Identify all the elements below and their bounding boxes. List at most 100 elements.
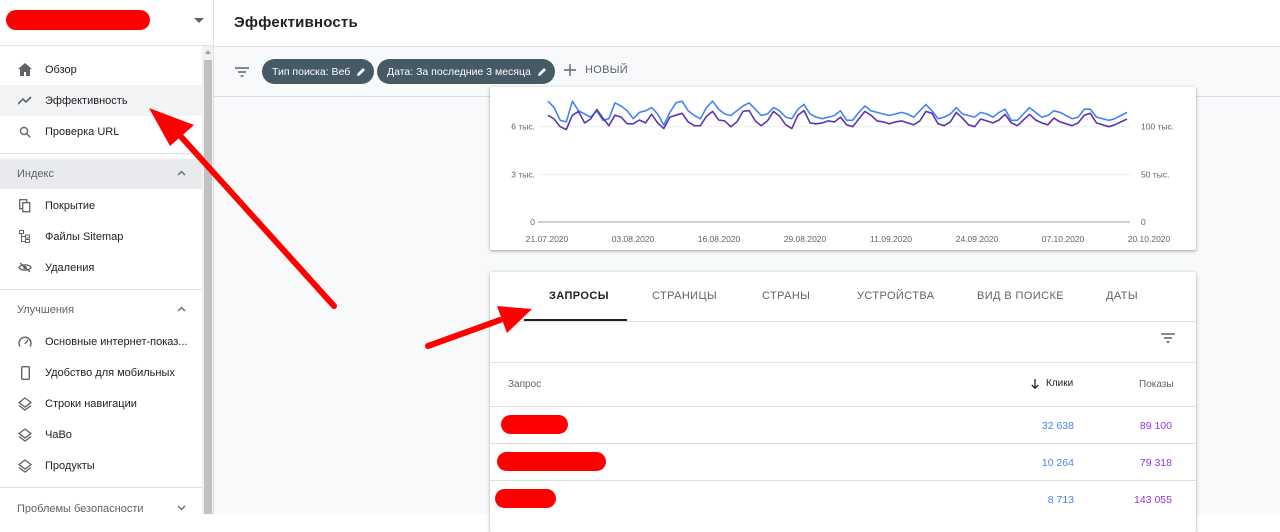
sitemap-icon [17, 229, 33, 245]
performance-chart-card: 0 0 3 тыс. 50 тыс. 6 тыс. 100 тыс. 21.07.2020 0… [490, 87, 1196, 250]
column-header-impressions[interactable]: Показы [1139, 379, 1174, 390]
table-filter-icon[interactable] [1161, 333, 1175, 343]
sidebar-item-url-inspection[interactable]: Проверка URL [0, 116, 202, 147]
filter-chip-search-type[interactable]: Тип поиска: Веб [262, 59, 375, 84]
redaction-mark [501, 415, 568, 434]
chip-label: Тип поиска: Веб [272, 65, 351, 78]
data-table-card: ЗАПРОСЫ СТРАНИЦЫ СТРАНЫ УСТРОЙСТВА ВИД В… [490, 272, 1196, 532]
sidebar-item-core-web-vitals[interactable]: Основные интернет-показ... [0, 326, 202, 357]
sidebar-item-mobile-usability[interactable]: Удобство для мобильных [0, 357, 202, 388]
section-label: Индекс [17, 168, 54, 180]
table-row[interactable]: 32 638 89 100 [490, 406, 1196, 443]
table-row[interactable]: 10 264 79 318 [490, 443, 1196, 480]
sidebar-item-label: Удаления [45, 261, 95, 274]
chart-x-tick: 20.10.2020 [1128, 234, 1171, 244]
redaction-mark [495, 489, 556, 508]
sidebar-divider [0, 487, 202, 488]
impressions-value: 79 318 [1139, 457, 1172, 469]
redaction-mark [497, 452, 606, 471]
chip-label: Дата: За последние 3 месяца [387, 65, 531, 78]
search-icon [17, 124, 33, 140]
layers-icon [17, 396, 33, 412]
new-filter-label: НОВЫЙ [585, 64, 628, 76]
table-divider [490, 362, 1196, 363]
sidebar-item-breadcrumbs[interactable]: Строки навигации [0, 388, 202, 419]
layers-icon [17, 427, 33, 443]
smartphone-icon [17, 365, 33, 381]
column-header-label: Клики [1046, 378, 1074, 389]
chart-x-tick: 24.09.2020 [956, 234, 999, 244]
clicks-value: 10 264 [1041, 457, 1074, 469]
column-header-clicks[interactable]: Клики [1031, 378, 1073, 389]
performance-chart: 0 0 3 тыс. 50 тыс. 6 тыс. 100 тыс. 21.07.2020 0… [511, 100, 1174, 244]
top-bar: Эффективность [214, 0, 1280, 47]
sidebar-item-products[interactable]: Продукты [0, 450, 202, 481]
sidebar-item-sitemaps[interactable]: Файлы Sitemap [0, 221, 202, 252]
sidebar-divider [0, 289, 202, 290]
tab-countries[interactable]: СТРАНЫ [762, 290, 810, 302]
sidebar-section-security[interactable]: Проблемы безопасности [0, 494, 202, 514]
sidebar-divider [0, 153, 202, 154]
active-tab-indicator [524, 319, 627, 321]
chart-y-left-tick: 0 [530, 217, 535, 227]
edit-pencil-icon[interactable] [537, 67, 547, 77]
edit-pencil-icon[interactable] [356, 67, 366, 77]
sidebar-item-label: Покрытие [45, 199, 96, 212]
speed-icon [17, 334, 33, 350]
column-header-query[interactable]: Запрос [508, 379, 541, 390]
scroll-up-icon[interactable] [205, 50, 211, 54]
tab-dates[interactable]: ДАТЫ [1106, 290, 1138, 302]
tab-queries[interactable]: ЗАПРОСЫ [549, 290, 609, 302]
sidebar-scrollbar[interactable] [202, 46, 213, 514]
chart-x-tick: 29.08.2020 [784, 234, 827, 244]
home-icon [17, 62, 33, 78]
section-label: Проблемы безопасности [17, 503, 144, 514]
new-filter-button[interactable]: НОВЫЙ [564, 64, 628, 76]
sidebar-item-label: Строки навигации [45, 397, 137, 410]
layers-icon [17, 458, 33, 474]
filter-list-icon[interactable] [235, 67, 249, 77]
tab-devices[interactable]: УСТРОЙСТВА [857, 290, 934, 302]
main-content: 0 0 3 тыс. 50 тыс. 6 тыс. 100 тыс. 21.07.2020 0… [214, 87, 1280, 532]
chart-y-right-tick: 100 тыс. [1141, 122, 1174, 132]
section-label: Улучшения [17, 304, 75, 316]
chart-x-tick: 11.09.2020 [870, 234, 912, 244]
sidebar-item-label: Основные интернет-показ... [45, 335, 188, 348]
tab-pages[interactable]: СТРАНИЦЫ [652, 290, 717, 302]
arrow-down-icon [1031, 378, 1039, 389]
chart-y-right-tick: 0 [1141, 217, 1146, 227]
chevron-down-icon [177, 505, 186, 511]
plus-icon [564, 64, 576, 76]
chart-x-tick: 03.08.2020 [612, 234, 655, 244]
sidebar-item-label: Обзор [45, 63, 77, 76]
property-selector[interactable] [0, 0, 213, 46]
sidebar-item-coverage[interactable]: Покрытие [0, 190, 202, 221]
sidebar-item-removals[interactable]: Удаления [0, 252, 202, 283]
sidebar-item-label: Эффективность [45, 94, 128, 107]
filter-chip-date[interactable]: Дата: За последние 3 месяца [377, 59, 555, 84]
chart-y-right-tick: 50 тыс. [1141, 169, 1169, 179]
dimension-tabs: ЗАПРОСЫ СТРАНИЦЫ СТРАНЫ УСТРОЙСТВА ВИД В… [490, 272, 1196, 322]
impressions-value: 143 055 [1134, 494, 1172, 506]
sidebar-item-overview[interactable]: Обзор [0, 54, 202, 85]
dropdown-caret-icon [194, 18, 204, 23]
sidebar-section-improvements[interactable]: Улучшения [0, 295, 202, 325]
file-copy-icon [17, 198, 33, 214]
scrollbar-thumb[interactable] [204, 60, 212, 514]
table-row[interactable]: 8 713 143 055 [490, 480, 1196, 517]
chart-y-left-tick: 3 тыс. [511, 169, 535, 179]
page-title: Эффективность [234, 14, 358, 31]
tab-search-appearance[interactable]: ВИД В ПОИСКЕ [977, 290, 1064, 302]
sidebar-item-performance[interactable]: Эффективность [0, 85, 202, 116]
chart-x-tick: 21.07.2020 [526, 234, 569, 244]
sidebar-item-label: ЧаВо [45, 428, 72, 441]
sidebar-item-label: Продукты [45, 459, 95, 472]
sidebar-item-faq[interactable]: ЧаВо [0, 419, 202, 450]
clicks-value: 8 713 [1047, 494, 1074, 506]
sidebar-section-index[interactable]: Индекс [0, 159, 202, 189]
sidebar: Обзор Эффективность Проверка URL Индекс … [0, 0, 214, 514]
chevron-up-icon [177, 170, 186, 176]
chart-y-left-tick: 6 тыс. [511, 122, 535, 132]
impressions-value: 89 100 [1139, 420, 1172, 432]
redaction-mark [6, 10, 150, 30]
